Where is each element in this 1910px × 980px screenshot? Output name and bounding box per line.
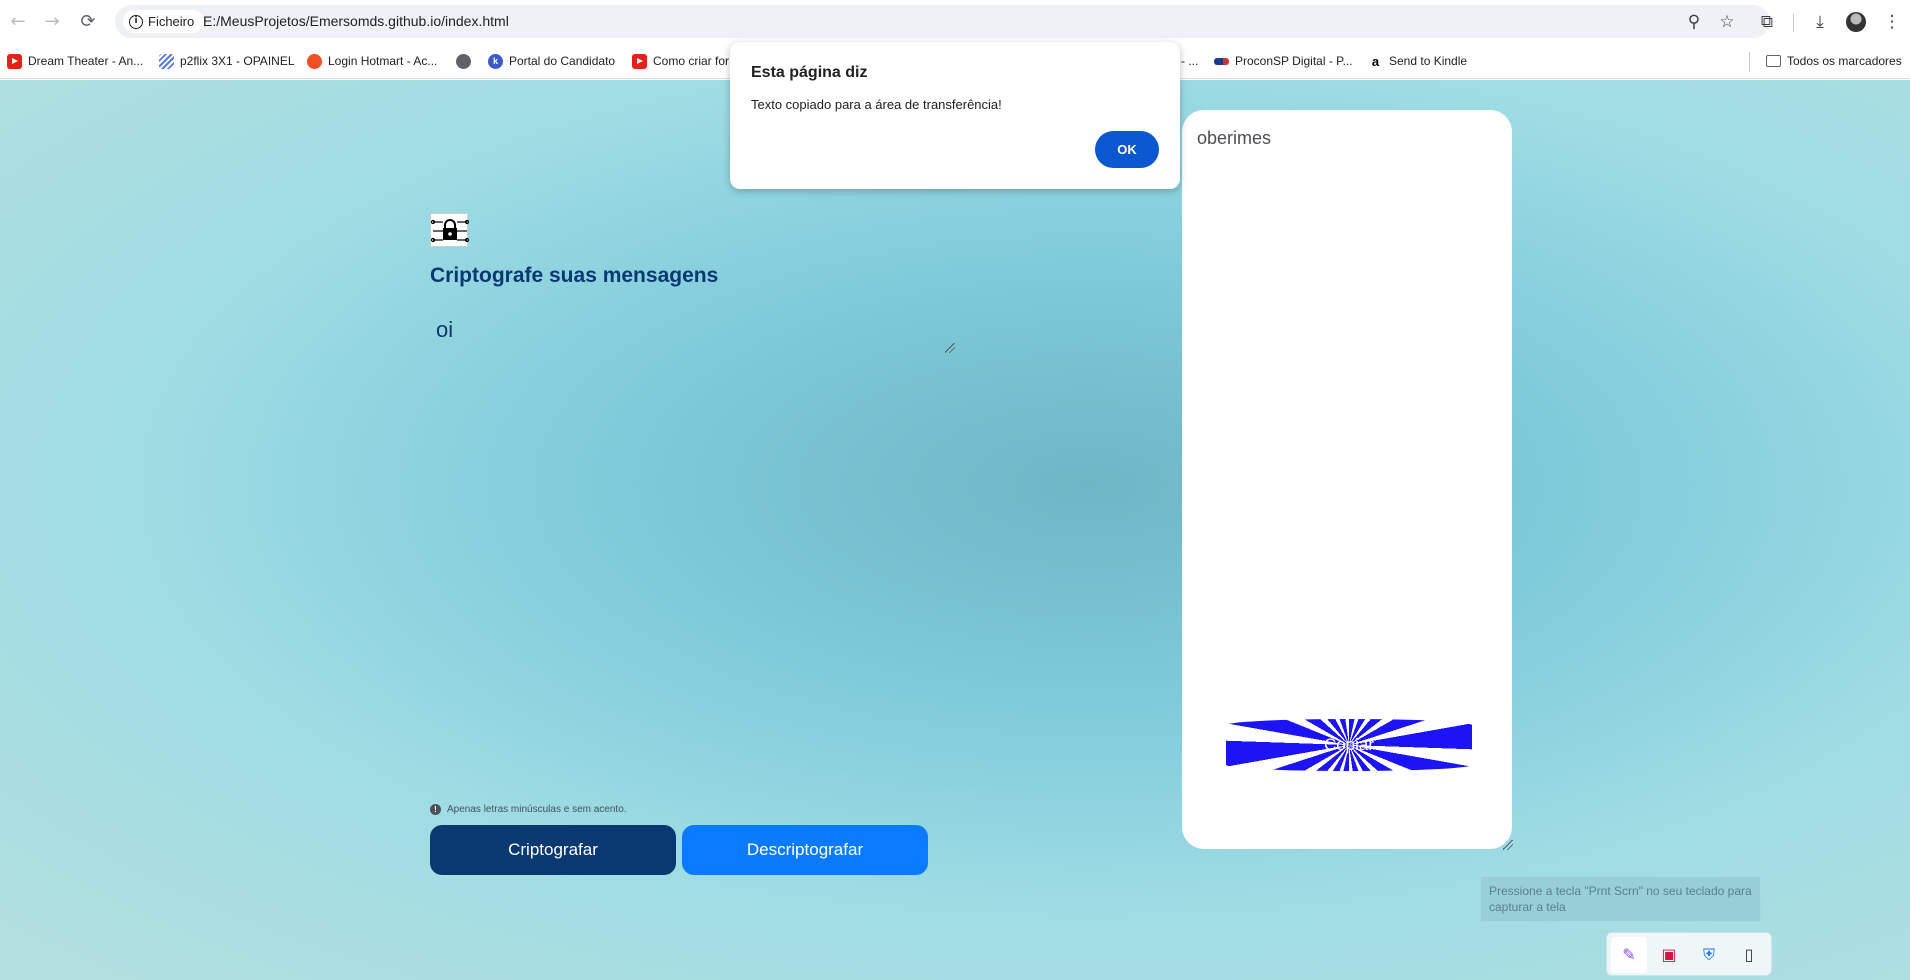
bookmark-item[interactable]: Dream Theater - An... bbox=[7, 52, 143, 70]
copy-button[interactable]: Copiar bbox=[1226, 719, 1472, 771]
forward-icon[interactable]: → bbox=[40, 10, 64, 34]
alert-message: Texto copiado para a área de transferênc… bbox=[751, 97, 1002, 112]
message-input[interactable]: oi bbox=[430, 305, 955, 355]
toolbar-divider bbox=[1793, 14, 1794, 32]
bookmark-label: ProconSP Digital - P... bbox=[1235, 54, 1353, 68]
bookmark-item[interactable] bbox=[456, 52, 471, 70]
logo-lock-icon bbox=[430, 213, 470, 247]
alert-ok-button[interactable]: OK bbox=[1095, 131, 1159, 168]
all-bookmarks-label: Todos os marcadores bbox=[1787, 54, 1902, 68]
stripes-icon bbox=[159, 53, 174, 69]
output-resize-handle[interactable] bbox=[1503, 840, 1513, 850]
page-title: Criptografe suas mensagens bbox=[430, 264, 719, 287]
url-text[interactable]: E:/MeusProjetos/Emersomds.github.io/inde… bbox=[203, 13, 509, 29]
site-info-chip[interactable]: i Ficheiro bbox=[123, 10, 205, 33]
hint-text: Apenas letras minúsculas e sem acento. bbox=[447, 804, 627, 815]
bookmark-item[interactable]: - ... bbox=[1181, 52, 1198, 70]
encrypt-button[interactable]: Criptografar bbox=[430, 825, 676, 875]
bookmark-label: Dream Theater - An... bbox=[28, 54, 144, 68]
amazon-icon: a bbox=[1368, 53, 1383, 69]
bookmark-item[interactable]: Como criar for bbox=[632, 52, 729, 70]
pen-icon[interactable]: ✎ bbox=[1618, 944, 1640, 966]
output-panel: oberimes Copiar bbox=[1182, 110, 1512, 849]
alert-title: Esta página diz bbox=[751, 64, 868, 81]
bookmark-label: Portal do Candidato bbox=[509, 54, 616, 68]
all-bookmarks-folder[interactable]: Todos os marcadores bbox=[1766, 52, 1902, 70]
youtube-icon bbox=[7, 53, 22, 69]
browser-toolbar: ← → ⟳ i Ficheiro E:/MeusProjetos/Emersom… bbox=[0, 0, 1910, 44]
bookmark-label: Send to Kindle bbox=[1389, 54, 1468, 68]
usb-device-icon[interactable]: ▯ bbox=[1738, 944, 1760, 966]
site-info-label: Ficheiro bbox=[148, 14, 195, 29]
app-red-icon[interactable]: ▣ bbox=[1658, 944, 1680, 966]
globe-icon bbox=[456, 53, 471, 69]
profile-avatar[interactable] bbox=[1846, 12, 1866, 32]
page-background bbox=[0, 80, 1910, 980]
exclamation-icon: ! bbox=[430, 804, 441, 815]
decrypt-button[interactable]: Descriptografar bbox=[682, 825, 928, 875]
bookmark-label: - ... bbox=[1181, 54, 1199, 68]
portal-icon: k bbox=[488, 53, 503, 69]
info-icon: i bbox=[129, 14, 143, 29]
bookmark-item[interactable]: k Portal do Candidato bbox=[488, 52, 615, 70]
snipping-tray: ✎ ▣ ⛨ ▯ bbox=[1606, 932, 1772, 976]
bookmark-star-icon[interactable]: ☆ bbox=[1716, 11, 1738, 33]
menu-kebab-icon[interactable]: ⋮ bbox=[1880, 10, 1904, 34]
alert-dialog: Esta página diz Texto copiado para a áre… bbox=[730, 42, 1180, 189]
reload-icon[interactable]: ⟳ bbox=[76, 10, 100, 34]
folder-icon bbox=[1766, 55, 1781, 67]
zoom-icon[interactable]: ⚲ bbox=[1683, 11, 1705, 33]
bookmark-label: Login Hotmart - Ac... bbox=[328, 54, 438, 68]
youtube-icon bbox=[632, 53, 647, 69]
bookmark-item[interactable]: p2flix 3X1 - OPAINEL bbox=[159, 52, 295, 70]
bookmarks-divider bbox=[1749, 52, 1750, 72]
back-icon[interactable]: ← bbox=[6, 10, 30, 34]
bookmark-item[interactable]: ProconSP Digital - P... bbox=[1214, 52, 1353, 70]
bookmark-item[interactable]: a Send to Kindle bbox=[1368, 52, 1467, 70]
extensions-icon[interactable]: ⧉ bbox=[1755, 10, 1779, 34]
bookmark-label: p2flix 3X1 - OPAINEL bbox=[180, 54, 295, 68]
resize-handle[interactable] bbox=[945, 343, 955, 353]
bookmark-item[interactable]: Login Hotmart - Ac... bbox=[307, 52, 437, 70]
shield-icon[interactable]: ⛨ bbox=[1698, 944, 1720, 966]
hint-message: ! Apenas letras minúsculas e sem acento. bbox=[430, 804, 627, 815]
output-text: oberimes bbox=[1197, 128, 1272, 148]
bookmark-label: Como criar for bbox=[653, 54, 730, 68]
procon-icon bbox=[1214, 57, 1229, 65]
snipping-tooltip: Pressione a tecla "Prnt Scrn" no seu tec… bbox=[1480, 876, 1761, 922]
download-icon[interactable]: ⤓ bbox=[1808, 10, 1832, 34]
address-bar[interactable]: i Ficheiro E:/MeusProjetos/Emersomds.git… bbox=[115, 5, 1770, 38]
hotmart-icon bbox=[307, 53, 322, 69]
